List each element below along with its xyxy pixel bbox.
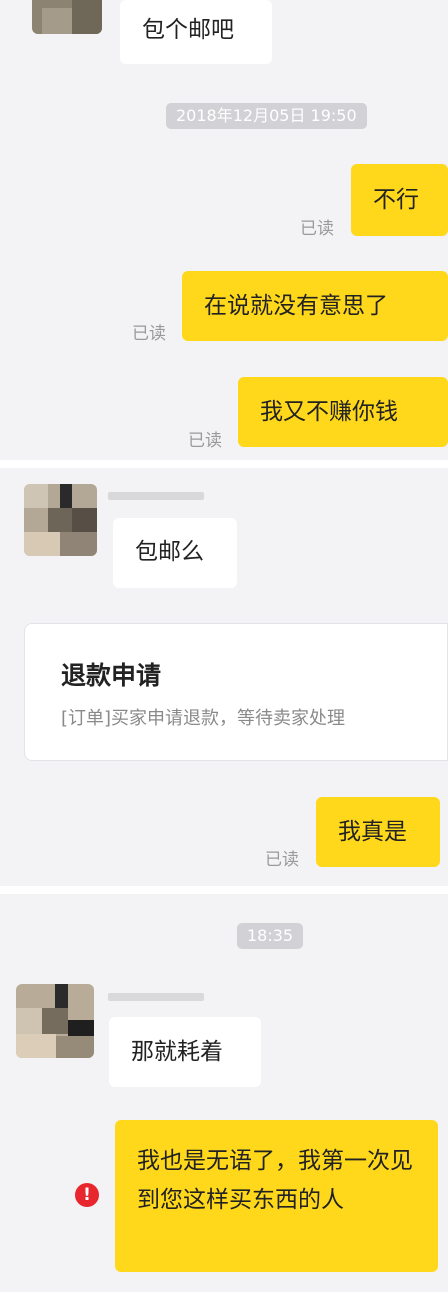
message-text: 在说就没有意思了 xyxy=(204,293,388,319)
read-receipt: 已读 xyxy=(265,850,299,870)
message-bubble[interactable]: 不行 xyxy=(351,164,448,236)
contact-name-obscured xyxy=(108,993,204,1001)
read-receipt: 已读 xyxy=(300,219,334,239)
message-bubble[interactable]: 包邮么 xyxy=(113,518,237,588)
refund-request-card[interactable]: 退款申请 [订单]买家申请退款，等待卖家处理 xyxy=(24,623,448,761)
contact-avatar[interactable] xyxy=(24,484,97,556)
contact-name-obscured xyxy=(108,492,204,500)
contact-avatar[interactable] xyxy=(16,984,94,1058)
read-receipt: 已读 xyxy=(188,431,222,451)
message-text: 我真是 xyxy=(338,819,407,845)
message-text: 包邮么 xyxy=(135,539,204,565)
refund-card-title: 退款申请 xyxy=(61,661,162,690)
message-bubble[interactable]: 我又不赚你钱 xyxy=(238,377,448,447)
timestamp: 18:35 xyxy=(237,923,304,949)
message-text: 我又不赚你钱 xyxy=(260,399,398,425)
message-bubble[interactable]: 我真是 xyxy=(316,797,440,867)
message-bubble[interactable]: 我也是无语了，我第一次见到您这样买东西的人 xyxy=(115,1120,438,1272)
message-bubble[interactable]: 包个邮吧 xyxy=(120,0,272,64)
message-bubble[interactable]: 在说就没有意思了 xyxy=(182,271,448,341)
send-failed-icon[interactable]: ! xyxy=(75,1183,99,1207)
message-text: 不行 xyxy=(373,187,419,213)
message-text: 那就耗着 xyxy=(131,1039,223,1065)
message-text: 包个邮吧 xyxy=(142,17,234,43)
read-receipt: 已读 xyxy=(132,324,166,344)
message-text: 我也是无语了，我第一次见到您这样买东西的人 xyxy=(137,1148,413,1213)
refund-card-description: [订单]买家申请退款，等待卖家处理 xyxy=(61,708,346,729)
section-divider xyxy=(0,886,448,894)
timestamp: 2018年12月05日 19:50 xyxy=(166,103,367,129)
contact-avatar[interactable] xyxy=(32,0,102,34)
exclamation-glyph: ! xyxy=(83,1185,91,1205)
message-bubble[interactable]: 那就耗着 xyxy=(109,1017,261,1087)
section-divider xyxy=(0,460,448,468)
